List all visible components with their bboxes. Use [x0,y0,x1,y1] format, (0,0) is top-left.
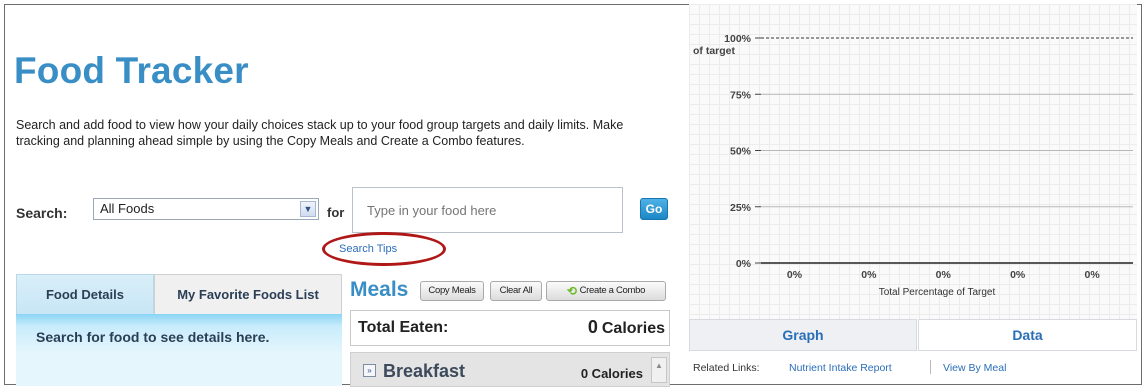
y-tick-label: 75% [730,89,752,101]
total-calories-number: 0 [587,317,598,337]
bar-value-label: 0% [1084,269,1100,281]
target-chart: 0% 25% 50% 75% 100% of target 0% 0% 0% 0% 0% Total … [689,4,1137,319]
clear-all-button[interactable]: Clear All [490,281,542,301]
highlight-circle [322,232,446,266]
y-tick-label: 25% [730,202,752,214]
tab-favorite-foods[interactable]: My Favorite Foods List [154,274,342,314]
go-button[interactable]: Go [640,198,668,220]
total-eaten-label: Total Eaten: [358,319,449,336]
food-details-panel: Search for food to see details here. [16,314,342,386]
total-calories-unit: Calories [601,320,665,337]
total-eaten-row: Total Eaten: 0 Calories [350,310,670,346]
expand-icon[interactable]: » [363,364,376,377]
tab-graph[interactable]: Graph [689,319,917,351]
page-title: Food Tracker [14,50,249,91]
x-axis-label: Total Percentage of Target [879,287,996,298]
chart-svg: 0%25%50%75%100%of target0% 0% 0% 0% 0%Total … [693,33,1133,298]
combo-arrows-icon: ⟲ [566,284,577,298]
category-value: All Foods [100,201,155,216]
category-select[interactable]: All Foods ▼ [93,198,319,220]
food-search-input[interactable] [352,187,623,233]
details-message: Search for food to see details here. [36,329,270,345]
for-label: for [327,205,345,220]
view-by-meal-link[interactable]: View By Meal [943,362,1006,374]
breakfast-row[interactable]: » Breakfast 0 Calories ▲ [350,352,670,387]
y-axis-label: of target [693,45,736,57]
search-label: Search: [16,205,68,221]
breakfast-calories: 0 Calories [580,366,643,381]
copy-meals-button[interactable]: Copy Meals [420,281,484,301]
create-combo-button[interactable]: ⟲ Create a Combo [546,281,666,301]
breakfast-label: Breakfast [383,361,466,381]
y-tick-label: 100% [724,33,752,45]
create-combo-label: Create a Combo [579,285,646,296]
meals-title: Meals [350,278,409,301]
tab-food-details[interactable]: Food Details [16,274,154,314]
chevron-down-icon[interactable]: ▼ [300,201,316,217]
intro-text: Search and add food to view how your dai… [16,118,624,148]
related-links-label: Related Links: [693,362,760,374]
total-calories: 0 Calories [588,317,665,338]
nutrient-intake-link[interactable]: Nutrient Intake Report [789,362,892,374]
bar-value-label: 0% [936,269,952,281]
bar-value-label: 0% [861,269,877,281]
y-tick-label: 50% [730,146,752,158]
link-divider [930,360,931,374]
bar-value-label: 0% [1010,269,1026,281]
y-tick-label: 0% [736,258,752,270]
tab-data[interactable]: Data [918,319,1137,351]
scrollbar[interactable]: ▲ [651,357,667,383]
bar-value-label: 0% [787,269,803,281]
